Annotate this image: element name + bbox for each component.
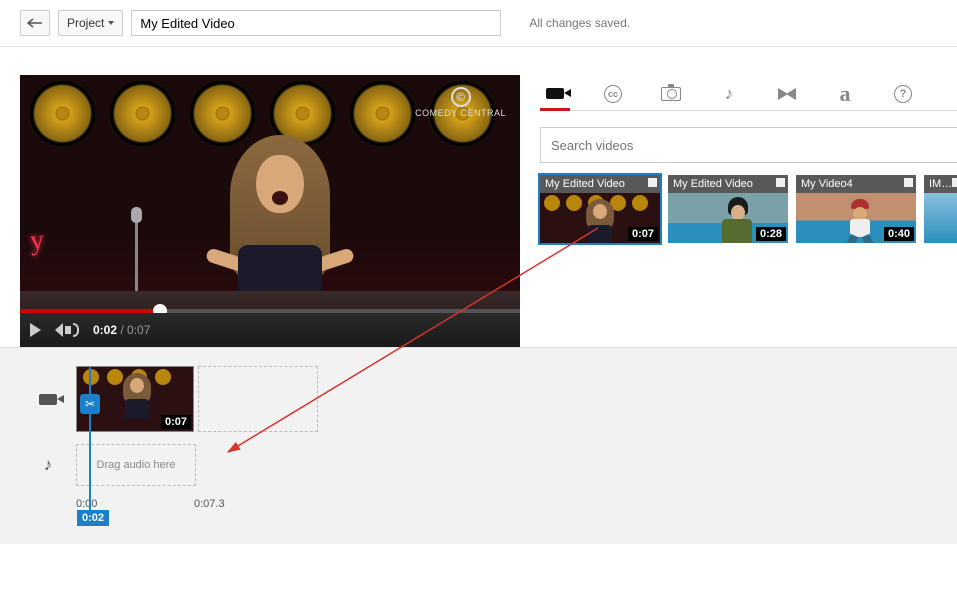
cc-icon: cc: [604, 85, 622, 103]
timeline: 0:07 ♪ Drag audio here 0:00 0:07.3 ✂ 0:0…: [0, 347, 957, 544]
playhead-handle[interactable]: 0:02: [77, 510, 109, 526]
tab-creative-commons[interactable]: cc: [602, 78, 624, 110]
project-menu-label: Project: [67, 16, 104, 30]
video-player: y © COMEDY CENTRAL: [20, 75, 520, 347]
video-canvas[interactable]: y © COMEDY CENTRAL: [20, 75, 520, 347]
save-status-text: All changes saved.: [529, 16, 630, 30]
timeline-ruler[interactable]: 0:00 0:07.3: [76, 498, 937, 516]
search-videos-input[interactable]: [540, 127, 957, 163]
total-duration: 0:07: [127, 323, 150, 337]
project-title-input[interactable]: [131, 10, 501, 36]
camera-icon: [661, 87, 681, 101]
project-menu-button[interactable]: Project: [58, 10, 123, 36]
tab-text[interactable]: a: [834, 78, 856, 110]
thumb-duration: 0:40: [884, 227, 914, 241]
video-track-icon: [20, 394, 76, 405]
current-time: 0:02: [93, 323, 117, 337]
clip-duration: 0:07: [161, 415, 191, 429]
thumb-title: IMG 05: [924, 175, 957, 193]
tab-audio[interactable]: ♪: [718, 78, 740, 110]
time-display: 0:02 / 0:07: [93, 323, 150, 337]
thumb-duration: 0:07: [628, 227, 658, 241]
thumb-title: My Video4: [796, 175, 916, 193]
video-drop-slot[interactable]: [198, 366, 318, 432]
library-thumbnail[interactable]: IMG 05: [924, 175, 957, 243]
play-button[interactable]: [30, 323, 41, 337]
thumb-menu-icon[interactable]: [904, 178, 913, 187]
video-library: My Edited Video0:07My Edited Video0:28My…: [540, 175, 957, 243]
thumb-menu-icon[interactable]: [776, 178, 785, 187]
library-thumbnail[interactable]: My Edited Video 0:07: [540, 175, 660, 243]
help-icon: ?: [894, 85, 912, 103]
audio-drop-slot[interactable]: Drag audio here: [76, 444, 196, 486]
library-thumbnail[interactable]: My Edited Video 0:28: [668, 175, 788, 243]
thumb-title: My Edited Video: [668, 175, 788, 193]
transition-icon: [778, 88, 796, 100]
speaker-icon: [55, 323, 63, 337]
tab-photos[interactable]: [660, 78, 682, 110]
ruler-start: 0:00: [76, 498, 97, 510]
tab-transitions[interactable]: [776, 78, 798, 110]
back-arrow-icon: [27, 18, 43, 28]
back-button[interactable]: [20, 10, 50, 36]
play-icon: [30, 323, 41, 337]
volume-button[interactable]: [55, 323, 79, 337]
thumb-duration: 0:28: [756, 227, 786, 241]
watermark-comedy-central: © COMEDY CENTRAL: [415, 87, 506, 118]
library-thumbnail[interactable]: My Video4 0:40: [796, 175, 916, 243]
thumb-menu-icon[interactable]: [648, 178, 657, 187]
media-tabs: cc ♪ a ?: [540, 75, 957, 111]
music-note-icon: ♪: [725, 84, 734, 104]
chevron-down-icon: [108, 21, 114, 25]
split-clip-button[interactable]: ✂: [80, 394, 100, 414]
thumb-title: My Edited Video: [540, 175, 660, 193]
text-icon: a: [840, 81, 851, 107]
ruler-end: 0:07.3: [194, 498, 225, 510]
scissors-icon: ✂: [85, 397, 95, 411]
audio-track-icon: ♪: [20, 455, 76, 475]
tab-help[interactable]: ?: [892, 78, 914, 110]
video-icon: [546, 88, 564, 99]
tab-video[interactable]: [544, 78, 566, 110]
thumb-menu-icon[interactable]: [952, 178, 957, 187]
